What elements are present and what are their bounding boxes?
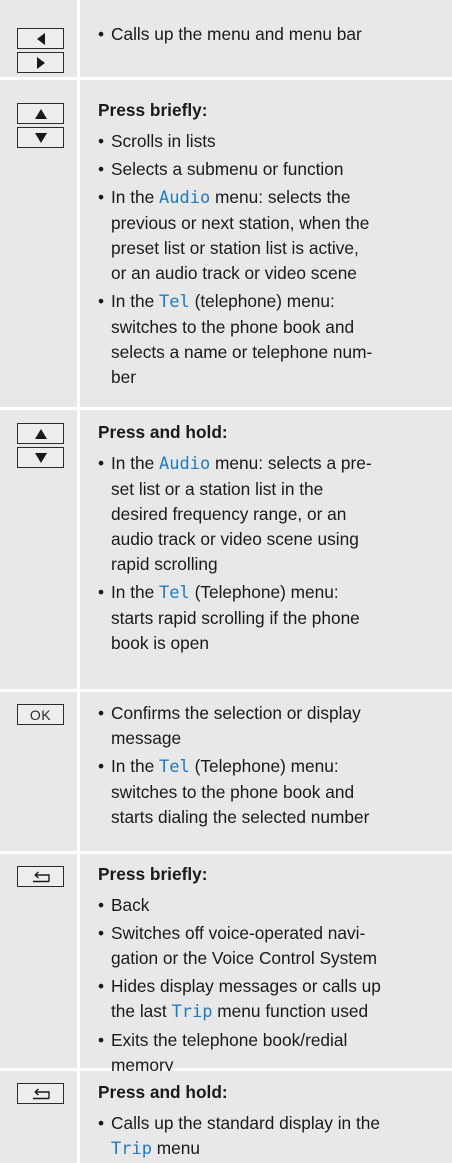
menu-keyword: Trip <box>171 1002 213 1022</box>
key-cell <box>0 0 80 77</box>
up-arrow-button-icon <box>17 103 64 124</box>
left-arrow-button-icon <box>17 28 64 49</box>
bullet-item: Scrolls in lists <box>98 129 442 154</box>
press-heading: Press and hold: <box>98 422 228 442</box>
down-arrow-button-icon <box>17 127 64 148</box>
down-arrow-button-icon <box>17 447 64 468</box>
key-cell <box>0 854 80 1068</box>
bullet-item: Confirms the selection or displaymessage <box>98 701 442 751</box>
key-cell: OK <box>0 692 80 851</box>
table-row: Press briefly: Scrolls in lists Selects a … <box>0 80 452 407</box>
bullet-item: In the Tel (Telephone) menu:starts rapid… <box>98 580 442 656</box>
key-cell <box>0 80 80 407</box>
press-heading: Press briefly: <box>98 864 208 884</box>
description-cell: Confirms the selection or displaymessage… <box>98 701 442 830</box>
bullet-item: Back <box>98 893 442 918</box>
bullet-item: Calls up the standard display in theTrip… <box>98 1111 442 1162</box>
bullet-item: In the Tel (Telephone) menu:switches to … <box>98 754 442 830</box>
press-heading: Press and hold: <box>98 1082 228 1102</box>
up-arrow-button-icon <box>17 423 64 444</box>
bullet-item: In the Tel (telephone) menu:switches to … <box>98 289 442 390</box>
description-cell: Press and hold: In the Audio menu: select… <box>98 420 442 656</box>
menu-keyword: Tel <box>159 583 190 603</box>
table-row: Press and hold: Calls up the standard dis… <box>0 1071 452 1163</box>
description-cell: Calls up the menu and menu bar <box>98 22 442 47</box>
description-cell: Press briefly: Back Switches off voice-ope… <box>98 862 442 1078</box>
press-heading: Press briefly: <box>98 100 208 120</box>
menu-keyword: Audio <box>159 454 211 474</box>
table-row: OK Confirms the selection or displaymessa… <box>0 692 452 851</box>
menu-keyword: Trip <box>111 1139 152 1159</box>
bullet-item: Calls up the menu and menu bar <box>98 22 442 47</box>
ok-button-icon: OK <box>17 704 64 725</box>
bullet-item: Switches off voice-operated navi-gation … <box>98 921 442 971</box>
menu-keyword: Tel <box>159 292 190 312</box>
bullet-item: In the Audio menu: selects theprevious o… <box>98 185 442 286</box>
table-row: Press and hold: In the Audio menu: select… <box>0 410 452 689</box>
table-row: Calls up the menu and menu bar <box>0 0 452 77</box>
menu-keyword: Tel <box>159 757 190 777</box>
back-button-icon <box>17 1083 64 1104</box>
description-cell: Press briefly: Scrolls in lists Selects a … <box>98 98 442 390</box>
description-cell: Press and hold: Calls up the standard dis… <box>98 1080 442 1162</box>
bullet-item: Selects a submenu or function <box>98 157 442 182</box>
back-button-icon <box>17 866 64 887</box>
ok-button-label: OK <box>29 706 52 723</box>
key-cell <box>0 410 80 689</box>
key-cell <box>0 1071 80 1163</box>
right-arrow-button-icon <box>17 52 64 73</box>
bullet-item: In the Audio menu: selects a pre-set lis… <box>98 451 442 577</box>
bullet-item: Hides display messages or calls upthe la… <box>98 974 442 1025</box>
table-row: Press briefly: Back Switches off voice-ope… <box>0 854 452 1075</box>
menu-keyword: Audio <box>159 188 211 208</box>
